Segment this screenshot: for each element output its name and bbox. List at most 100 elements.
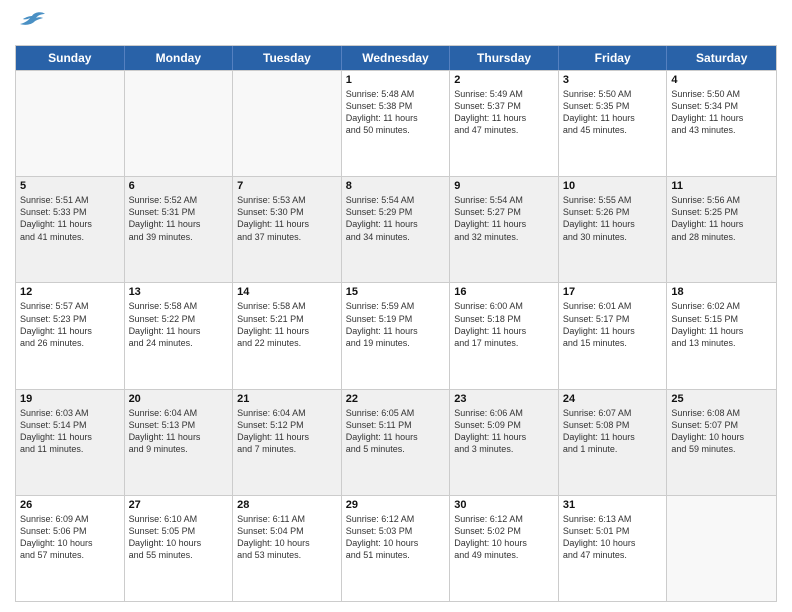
day-cell-9: 9 Sunrise: 5:54 AM Sunset: 5:27 PM Daylig… bbox=[450, 177, 559, 282]
day-cell-20: 20 Sunrise: 6:04 AM Sunset: 5:13 PM Dayli… bbox=[125, 390, 234, 495]
calendar-row-2: 12 Sunrise: 5:57 AM Sunset: 5:23 PM Dayli… bbox=[16, 282, 776, 388]
day-number: 20 bbox=[129, 393, 229, 405]
day-number: 14 bbox=[237, 286, 337, 298]
day-number: 11 bbox=[671, 180, 772, 192]
day-number: 19 bbox=[20, 393, 120, 405]
day-info: Sunrise: 5:53 AM Sunset: 5:30 PM Dayligh… bbox=[237, 194, 337, 243]
day-info: Sunrise: 5:49 AM Sunset: 5:37 PM Dayligh… bbox=[454, 88, 554, 137]
day-cell-13: 13 Sunrise: 5:58 AM Sunset: 5:22 PM Dayli… bbox=[125, 283, 234, 388]
day-cell-2: 2 Sunrise: 5:49 AM Sunset: 5:37 PM Daylig… bbox=[450, 71, 559, 176]
day-cell-7: 7 Sunrise: 5:53 AM Sunset: 5:30 PM Daylig… bbox=[233, 177, 342, 282]
day-info: Sunrise: 6:00 AM Sunset: 5:18 PM Dayligh… bbox=[454, 300, 554, 349]
day-cell-15: 15 Sunrise: 5:59 AM Sunset: 5:19 PM Dayli… bbox=[342, 283, 451, 388]
calendar-row-0: 1 Sunrise: 5:48 AM Sunset: 5:38 PM Daylig… bbox=[16, 70, 776, 176]
day-info: Sunrise: 6:13 AM Sunset: 5:01 PM Dayligh… bbox=[563, 513, 663, 562]
day-number: 15 bbox=[346, 286, 446, 298]
day-number: 25 bbox=[671, 393, 772, 405]
day-info: Sunrise: 6:06 AM Sunset: 5:09 PM Dayligh… bbox=[454, 407, 554, 456]
day-cell-5: 5Sunrise: 5:51 AM Sunset: 5:33 PM Daylig… bbox=[16, 177, 125, 282]
day-number: 13 bbox=[129, 286, 229, 298]
day-info: Sunrise: 5:51 AM Sunset: 5:33 PM Dayligh… bbox=[20, 194, 120, 243]
calendar-row-3: 19 Sunrise: 6:03 AM Sunset: 5:14 PM Dayli… bbox=[16, 389, 776, 495]
day-cell-26: 26Sunrise: 6:09 AM Sunset: 5:06 PM Dayli… bbox=[16, 496, 125, 601]
logo-bird-icon bbox=[18, 10, 46, 37]
day-cell-11: 11 Sunrise: 5:56 AM Sunset: 5:25 PM Dayli… bbox=[667, 177, 776, 282]
day-info: Sunrise: 5:50 AM Sunset: 5:34 PM Dayligh… bbox=[671, 88, 772, 137]
day-cell-22: 22 Sunrise: 6:05 AM Sunset: 5:11 PM Dayli… bbox=[342, 390, 451, 495]
calendar-row-4: 26Sunrise: 6:09 AM Sunset: 5:06 PM Dayli… bbox=[16, 495, 776, 601]
day-number: 12 bbox=[20, 286, 120, 298]
day-info: Sunrise: 5:54 AM Sunset: 5:27 PM Dayligh… bbox=[454, 194, 554, 243]
day-cell-12: 12 Sunrise: 5:57 AM Sunset: 5:23 PM Dayli… bbox=[16, 283, 125, 388]
weekday-header-wednesday: Wednesday bbox=[342, 46, 451, 70]
day-cell-28: 28 Sunrise: 6:11 AM Sunset: 5:04 PM Dayli… bbox=[233, 496, 342, 601]
calendar-row-1: 5Sunrise: 5:51 AM Sunset: 5:33 PM Daylig… bbox=[16, 176, 776, 282]
day-number: 22 bbox=[346, 393, 446, 405]
day-cell-29: 29Sunrise: 6:12 AM Sunset: 5:03 PM Dayli… bbox=[342, 496, 451, 601]
day-info: Sunrise: 5:58 AM Sunset: 5:21 PM Dayligh… bbox=[237, 300, 337, 349]
empty-cell-0-2 bbox=[233, 71, 342, 176]
day-number: 10 bbox=[563, 180, 663, 192]
day-info: Sunrise: 6:03 AM Sunset: 5:14 PM Dayligh… bbox=[20, 407, 120, 456]
day-cell-8: 8 Sunrise: 5:54 AM Sunset: 5:29 PM Daylig… bbox=[342, 177, 451, 282]
weekday-header-tuesday: Tuesday bbox=[233, 46, 342, 70]
day-number: 3 bbox=[563, 74, 663, 86]
day-info: Sunrise: 5:55 AM Sunset: 5:26 PM Dayligh… bbox=[563, 194, 663, 243]
day-number: 30 bbox=[454, 499, 554, 511]
day-cell-18: 18 Sunrise: 6:02 AM Sunset: 5:15 PM Dayli… bbox=[667, 283, 776, 388]
day-number: 24 bbox=[563, 393, 663, 405]
day-info: Sunrise: 6:12 AM Sunset: 5:03 PM Dayligh… bbox=[346, 513, 446, 562]
day-number: 18 bbox=[671, 286, 772, 298]
page: SundayMondayTuesdayWednesdayThursdayFrid… bbox=[0, 0, 792, 612]
day-number: 8 bbox=[346, 180, 446, 192]
day-cell-14: 14 Sunrise: 5:58 AM Sunset: 5:21 PM Dayli… bbox=[233, 283, 342, 388]
day-number: 6 bbox=[129, 180, 229, 192]
day-cell-16: 16Sunrise: 6:00 AM Sunset: 5:18 PM Dayli… bbox=[450, 283, 559, 388]
day-cell-27: 27 Sunrise: 6:10 AM Sunset: 5:05 PM Dayli… bbox=[125, 496, 234, 601]
day-cell-24: 24 Sunrise: 6:07 AM Sunset: 5:08 PM Dayli… bbox=[559, 390, 668, 495]
calendar-body: 1 Sunrise: 5:48 AM Sunset: 5:38 PM Daylig… bbox=[16, 70, 776, 601]
day-number: 9 bbox=[454, 180, 554, 192]
day-info: Sunrise: 6:04 AM Sunset: 5:13 PM Dayligh… bbox=[129, 407, 229, 456]
day-info: Sunrise: 5:56 AM Sunset: 5:25 PM Dayligh… bbox=[671, 194, 772, 243]
day-cell-1: 1 Sunrise: 5:48 AM Sunset: 5:38 PM Daylig… bbox=[342, 71, 451, 176]
day-cell-10: 10 Sunrise: 5:55 AM Sunset: 5:26 PM Dayli… bbox=[559, 177, 668, 282]
day-cell-6: 6Sunrise: 5:52 AM Sunset: 5:31 PM Daylig… bbox=[125, 177, 234, 282]
day-number: 1 bbox=[346, 74, 446, 86]
day-number: 28 bbox=[237, 499, 337, 511]
day-info: Sunrise: 6:09 AM Sunset: 5:06 PM Dayligh… bbox=[20, 513, 120, 562]
day-info: Sunrise: 6:07 AM Sunset: 5:08 PM Dayligh… bbox=[563, 407, 663, 456]
day-info: Sunrise: 5:50 AM Sunset: 5:35 PM Dayligh… bbox=[563, 88, 663, 137]
day-info: Sunrise: 6:04 AM Sunset: 5:12 PM Dayligh… bbox=[237, 407, 337, 456]
day-info: Sunrise: 5:57 AM Sunset: 5:23 PM Dayligh… bbox=[20, 300, 120, 349]
day-info: Sunrise: 6:12 AM Sunset: 5:02 PM Dayligh… bbox=[454, 513, 554, 562]
day-cell-31: 31 Sunrise: 6:13 AM Sunset: 5:01 PM Dayli… bbox=[559, 496, 668, 601]
weekday-header-saturday: Saturday bbox=[667, 46, 776, 70]
day-info: Sunrise: 5:54 AM Sunset: 5:29 PM Dayligh… bbox=[346, 194, 446, 243]
day-number: 4 bbox=[671, 74, 772, 86]
day-info: Sunrise: 5:59 AM Sunset: 5:19 PM Dayligh… bbox=[346, 300, 446, 349]
day-cell-19: 19 Sunrise: 6:03 AM Sunset: 5:14 PM Dayli… bbox=[16, 390, 125, 495]
day-cell-21: 21Sunrise: 6:04 AM Sunset: 5:12 PM Dayli… bbox=[233, 390, 342, 495]
day-number: 2 bbox=[454, 74, 554, 86]
day-cell-25: 25 Sunrise: 6:08 AM Sunset: 5:07 PM Dayli… bbox=[667, 390, 776, 495]
day-number: 27 bbox=[129, 499, 229, 511]
day-info: Sunrise: 6:08 AM Sunset: 5:07 PM Dayligh… bbox=[671, 407, 772, 456]
day-number: 31 bbox=[563, 499, 663, 511]
day-info: Sunrise: 5:58 AM Sunset: 5:22 PM Dayligh… bbox=[129, 300, 229, 349]
weekday-header-monday: Monday bbox=[125, 46, 234, 70]
empty-cell-0-0 bbox=[16, 71, 125, 176]
calendar: SundayMondayTuesdayWednesdayThursdayFrid… bbox=[15, 45, 777, 602]
day-info: Sunrise: 6:11 AM Sunset: 5:04 PM Dayligh… bbox=[237, 513, 337, 562]
day-info: Sunrise: 6:05 AM Sunset: 5:11 PM Dayligh… bbox=[346, 407, 446, 456]
day-cell-30: 30 Sunrise: 6:12 AM Sunset: 5:02 PM Dayli… bbox=[450, 496, 559, 601]
empty-cell-4-6 bbox=[667, 496, 776, 601]
day-cell-3: 3 Sunrise: 5:50 AM Sunset: 5:35 PM Daylig… bbox=[559, 71, 668, 176]
day-info: Sunrise: 6:10 AM Sunset: 5:05 PM Dayligh… bbox=[129, 513, 229, 562]
day-info: Sunrise: 6:01 AM Sunset: 5:17 PM Dayligh… bbox=[563, 300, 663, 349]
day-number: 7 bbox=[237, 180, 337, 192]
day-info: Sunrise: 6:02 AM Sunset: 5:15 PM Dayligh… bbox=[671, 300, 772, 349]
day-info: Sunrise: 5:48 AM Sunset: 5:38 PM Dayligh… bbox=[346, 88, 446, 137]
weekday-header-sunday: Sunday bbox=[16, 46, 125, 70]
header bbox=[15, 10, 777, 37]
